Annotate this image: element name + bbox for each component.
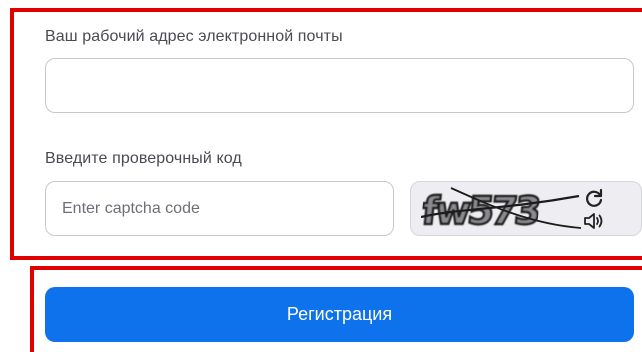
- audio-icon[interactable]: [583, 210, 605, 232]
- captcha-image: fw573: [421, 187, 581, 234]
- refresh-icon[interactable]: [583, 187, 605, 209]
- captcha-box: fw573: [410, 181, 642, 236]
- captcha-text: fw573: [421, 189, 541, 233]
- register-button[interactable]: Регистрация: [45, 287, 634, 342]
- captcha-actions: [583, 186, 609, 232]
- captcha-input[interactable]: [45, 181, 394, 236]
- email-field[interactable]: [45, 58, 634, 113]
- signup-form-page: Ваш рабочий адрес электронной почты Введ…: [0, 0, 642, 352]
- captcha-label: Введите проверочный код: [45, 150, 242, 167]
- email-label: Ваш рабочий адрес электронной почты: [45, 28, 343, 45]
